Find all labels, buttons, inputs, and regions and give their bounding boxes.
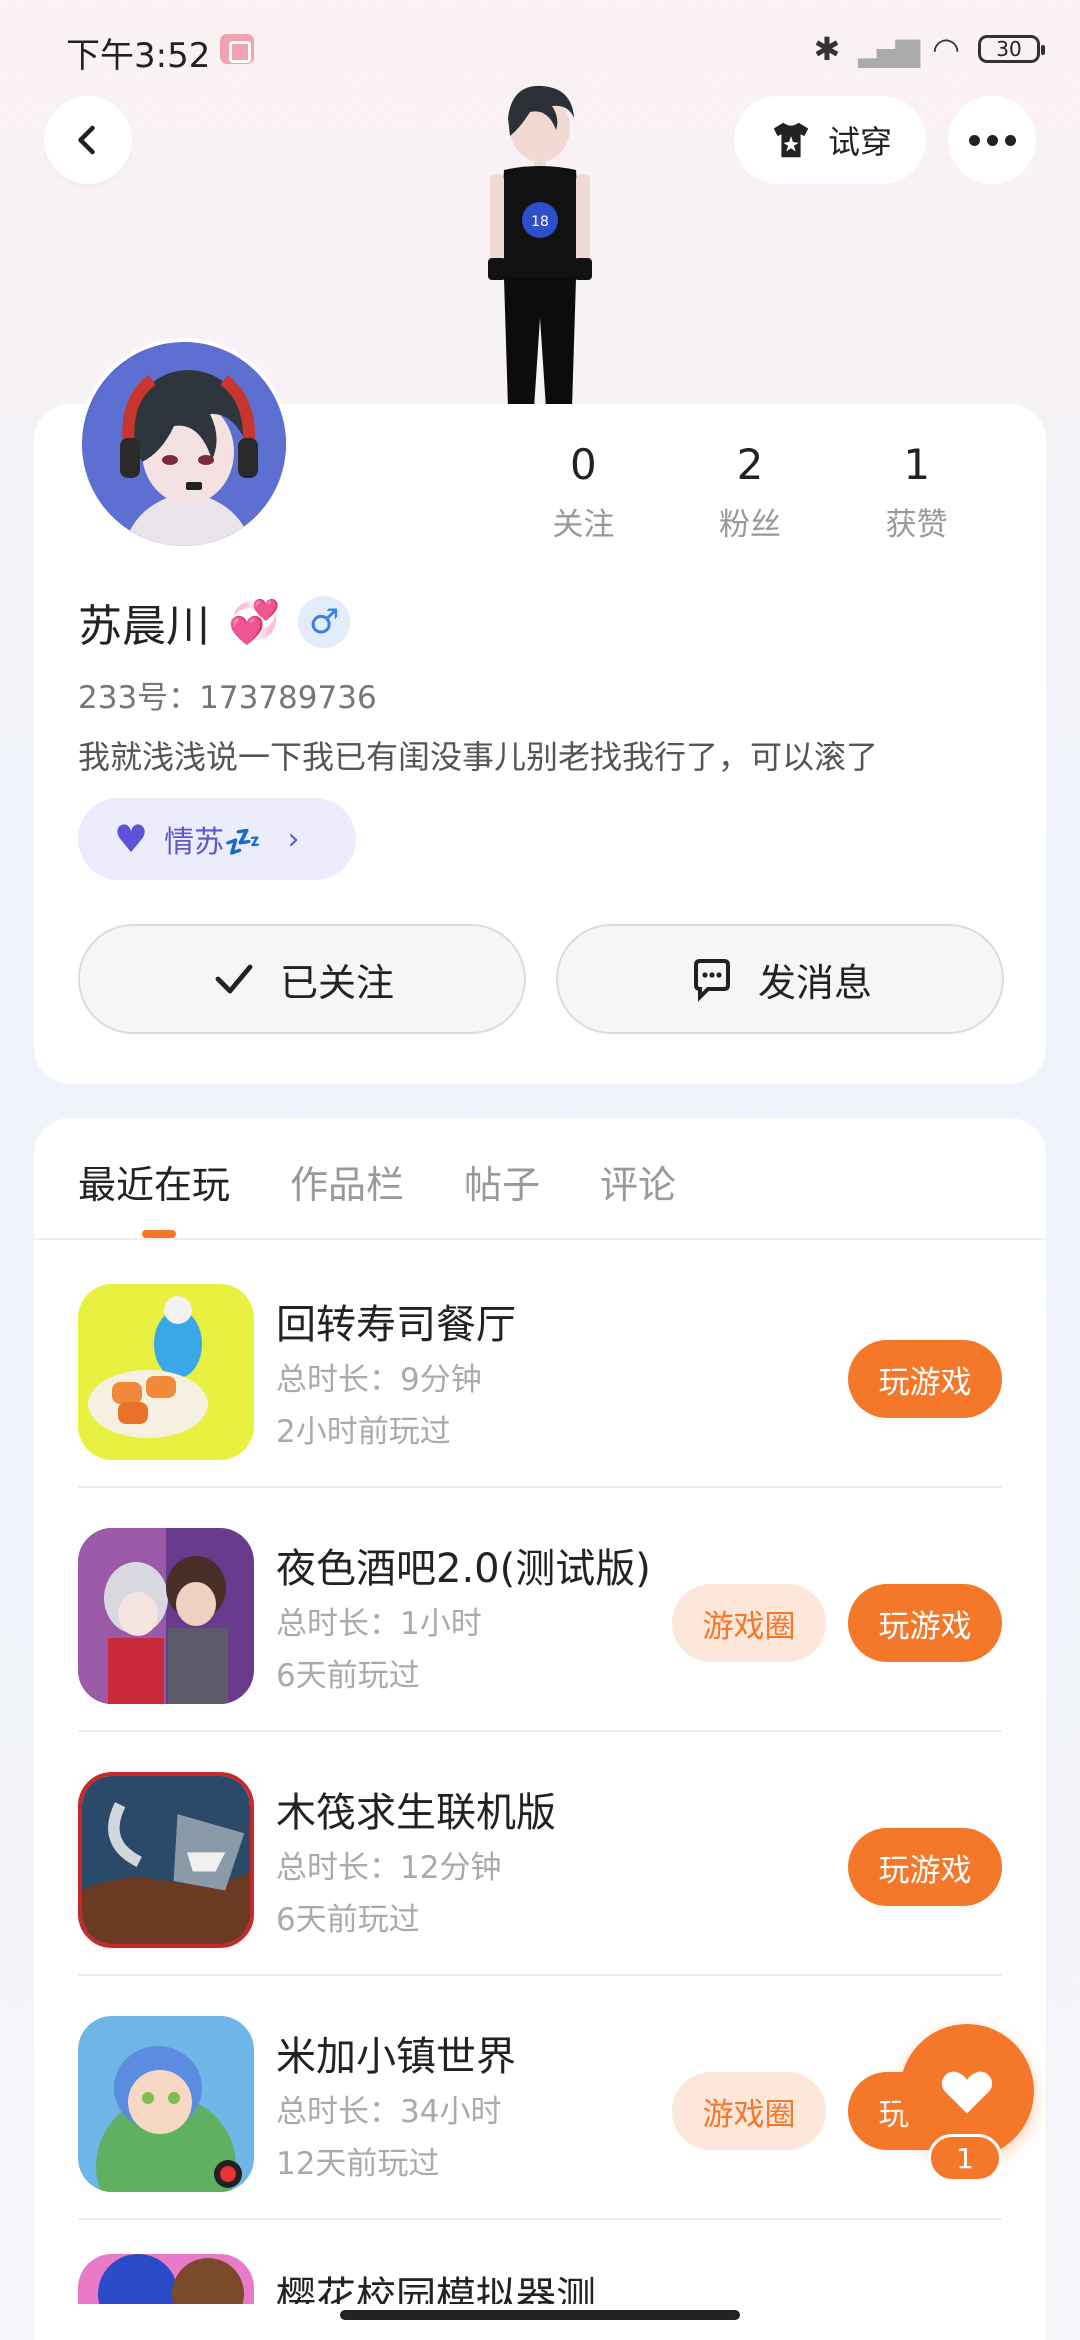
- stat-likes-count: 1: [903, 440, 931, 489]
- list-item[interactable]: 回转寿司餐厅 总时长：9分钟 2小时前玩过 玩游戏: [78, 1248, 1002, 1488]
- stat-fans-count: 2: [736, 440, 764, 489]
- following-button[interactable]: 已关注: [78, 924, 526, 1034]
- stat-following[interactable]: 0 关注: [500, 440, 667, 544]
- shirt-icon: [773, 122, 809, 158]
- game-last-played: 12天前玩过: [276, 2146, 440, 2182]
- tryon-button[interactable]: 试穿: [734, 96, 926, 184]
- user-name: 苏晨川: [78, 601, 210, 652]
- hearts-icon: 💞: [228, 597, 281, 646]
- avatar-image: [82, 342, 286, 546]
- game-title: 木筏求生联机版: [276, 1790, 556, 1836]
- play-game-button[interactable]: 玩游戏: [848, 1828, 1002, 1906]
- tab-posts[interactable]: 帖子: [464, 1150, 540, 1209]
- game-title: 回转寿司餐厅: [276, 1302, 516, 1348]
- tab-recent-played[interactable]: 最近在玩: [78, 1150, 230, 1209]
- cp-tag-label: 情苏💤: [164, 825, 262, 860]
- bluetooth-icon: ✱: [813, 30, 841, 68]
- game-last-played: 6天前玩过: [276, 1902, 420, 1938]
- game-duration: 总时长：34小时: [276, 2094, 502, 2130]
- battery-icon: 30: [978, 35, 1045, 63]
- game-duration: 总时长：9分钟: [276, 1362, 482, 1398]
- more-dot: [968, 134, 980, 146]
- tabs-divider: [34, 1238, 1046, 1240]
- row-divider: [78, 1730, 1002, 1732]
- status-icons: ✱ ▂▄▆ ◠ 30: [813, 30, 1045, 68]
- game-icon-sakura-school: [78, 2254, 254, 2304]
- back-button[interactable]: [44, 96, 132, 184]
- game-circle-button[interactable]: 游戏圈: [672, 2072, 826, 2150]
- like-count-badge: 1: [928, 2134, 1002, 2182]
- male-gender-icon: ♂: [298, 596, 351, 648]
- play-game-button[interactable]: 玩游戏: [848, 1584, 1002, 1662]
- game-title: 夜色酒吧2.0(测试版): [276, 1546, 651, 1592]
- game-last-played: 6天前玩过: [276, 1658, 420, 1694]
- signal-icon: ▂▄▆: [858, 30, 920, 68]
- game-last-played: 2小时前玩过: [276, 1414, 451, 1450]
- more-button[interactable]: [948, 96, 1036, 184]
- following-label: 已关注: [279, 960, 394, 1005]
- more-dot: [1004, 134, 1016, 146]
- wifi-icon: ◠: [932, 30, 960, 68]
- stat-following-label: 关注: [552, 507, 615, 543]
- play-game-button[interactable]: 玩游戏: [848, 1340, 1002, 1418]
- game-icon-night-bar: [78, 1528, 254, 1704]
- cp-relation-tag[interactable]: ♥ 情苏💤 ›: [78, 798, 356, 880]
- game-icon-raft: [78, 1772, 254, 1948]
- game-title: 樱花校园模拟器测: [276, 2274, 596, 2304]
- tab-indicator: [142, 1230, 176, 1238]
- home-indicator[interactable]: [340, 2310, 740, 2320]
- game-circle-button[interactable]: 游戏圈: [672, 1584, 826, 1662]
- tab-works[interactable]: 作品栏: [290, 1150, 404, 1209]
- more-dot: [986, 134, 998, 146]
- message-button[interactable]: 发消息: [556, 924, 1004, 1034]
- game-title: 米加小镇世界: [276, 2034, 516, 2080]
- avatar-figure[interactable]: 18: [460, 78, 620, 408]
- status-time: 下午3:52: [66, 36, 211, 76]
- game-duration: 总时长：1小时: [276, 1606, 482, 1642]
- user-id: 233号：173789736: [78, 680, 377, 716]
- row-divider: [78, 2218, 1002, 2220]
- heart-icon: ♥: [114, 817, 149, 861]
- chevron-right-icon: ›: [287, 821, 300, 857]
- game-icon-miga-town: [78, 2016, 254, 2192]
- svg-text:18: 18: [531, 214, 549, 230]
- stat-likes-label: 获赞: [885, 507, 948, 543]
- checkmark-icon: [215, 964, 253, 994]
- stat-fans-label: 粉丝: [719, 507, 781, 543]
- list-item[interactable]: 木筏求生联机版 总时长：12分钟 6天前玩过 玩游戏: [78, 1736, 1002, 1976]
- tryon-label: 试穿: [827, 123, 892, 161]
- row-divider: [78, 1974, 1002, 1976]
- avatar[interactable]: [78, 338, 290, 550]
- heart-icon: [941, 2071, 993, 2114]
- stat-likes[interactable]: 1 获赞: [833, 440, 1000, 544]
- message-label: 发消息: [757, 960, 872, 1005]
- game-icon-sushi: [78, 1284, 254, 1460]
- battery-level: 30: [996, 37, 1022, 61]
- list-item[interactable]: 夜色酒吧2.0(测试版) 总时长：1小时 6天前玩过 游戏圈 玩游戏: [78, 1492, 1002, 1732]
- profile-stats: 0 关注 2 粉丝 1 获赞: [500, 440, 1000, 544]
- chevron-left-icon: [78, 125, 95, 155]
- profile-tabs: 最近在玩 作品栏 帖子 评论: [78, 1150, 676, 1209]
- user-bio: 我就浅浅说一下我已有闺没事儿别老找我行了，可以滚了: [78, 738, 879, 776]
- tab-comments[interactable]: 评论: [600, 1150, 676, 1209]
- stat-following-count: 0: [569, 440, 597, 489]
- chat-bubble-icon: [693, 959, 730, 1002]
- name-row: 苏晨川 💞 ♂: [78, 590, 351, 654]
- stat-fans[interactable]: 2 粉丝: [667, 440, 834, 544]
- row-divider: [78, 1486, 1002, 1488]
- game-duration: 总时长：12分钟: [276, 1850, 502, 1886]
- app-notification-icon: [220, 34, 254, 64]
- list-item[interactable]: 樱花校园模拟器测: [78, 2224, 1002, 2304]
- list-item[interactable]: 米加小镇世界 总时长：34小时 12天前玩过 游戏圈 玩游戏: [78, 1980, 1002, 2220]
